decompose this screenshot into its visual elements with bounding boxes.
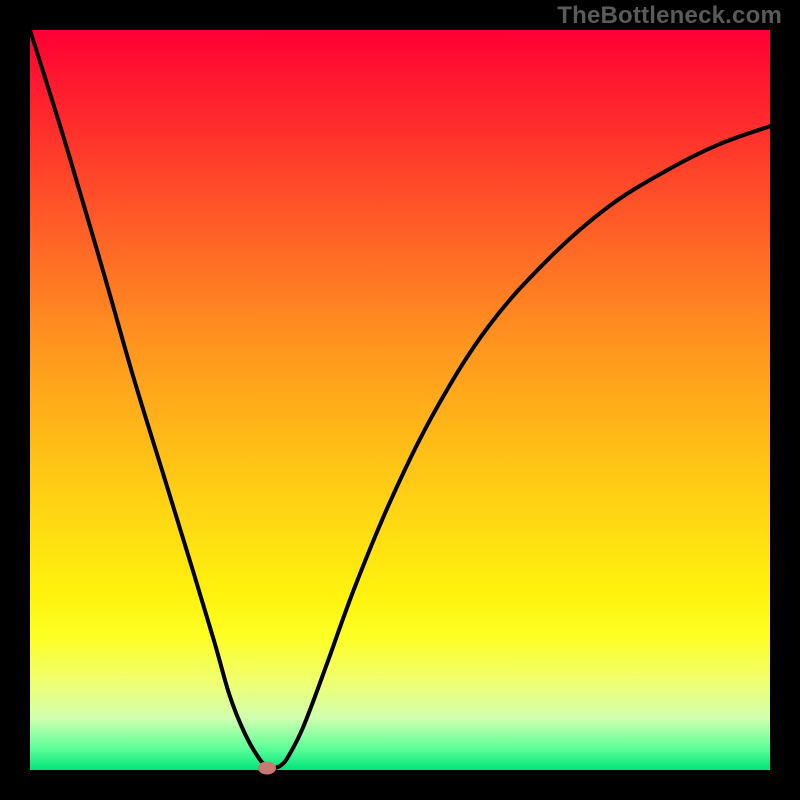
chart-container: TheBottleneck.com [0,0,800,800]
optimal-point-marker [258,761,276,774]
bottleneck-curve [30,30,770,768]
plot-area [30,30,770,770]
curve-svg [30,30,770,770]
watermark-text: TheBottleneck.com [557,2,782,30]
